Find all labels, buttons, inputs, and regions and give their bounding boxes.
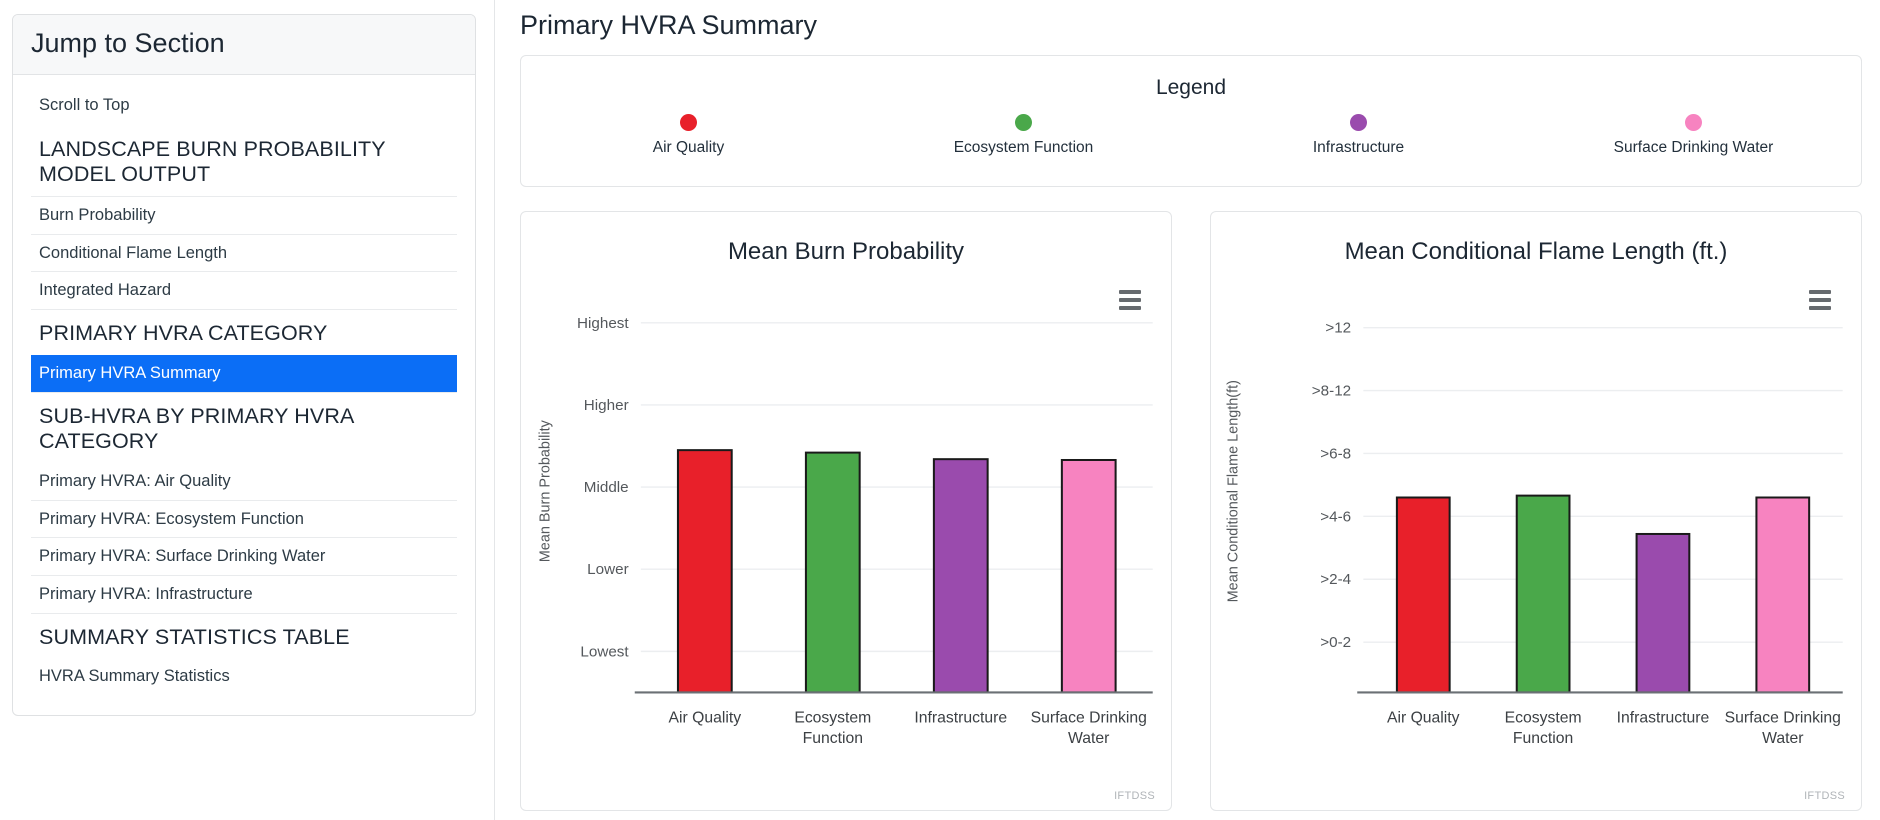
legend-color-dot-icon	[1350, 114, 1367, 131]
mean-burn-probability-chart-panel: Mean Burn Probability Lowest Lower Middle H…	[520, 211, 1172, 811]
x-axis-category-label: Infrastructure	[1617, 709, 1710, 726]
y-axis-tick-label: Highest	[577, 315, 629, 332]
chart-title: Mean Burn Probability	[727, 238, 965, 265]
sidebar-group-sub-hvra-by-primary-hvra-category: SUB-HVRA BY PRIMARY HVRA CATEGORY	[31, 391, 457, 464]
y-axis-tick-label: >0-2	[1320, 634, 1351, 651]
bar-chart-svg: >0-2 >2-4 >4-6 >6-8 >8-12 >12 Mean Conditional…	[1225, 320, 1843, 747]
sidebar-title: Jump to Section	[13, 15, 475, 75]
sidebar-card: Jump to Section Scroll to Top LANDSCAPE B…	[12, 14, 476, 717]
sidebar-item-primary-hvra-summary[interactable]: Primary HVRA Summary	[31, 354, 457, 392]
sidebar-item-primary-hvra-ecosystem-function[interactable]: Primary HVRA: Ecosystem Function	[31, 499, 457, 538]
bar-chart-svg: Lowest Lower Middle Higher Highest Mean Burn …	[537, 315, 1153, 747]
mean-conditional-flame-length-plot: >0-2 >2-4 >4-6 >6-8 >8-12 >12 Mean Conditional…	[1211, 282, 1861, 810]
sidebar-item-burn-probability[interactable]: Burn Probability	[31, 196, 457, 234]
mean-burn-probability-plot: Lowest Lower Middle Higher Highest Mean Burn …	[521, 282, 1171, 810]
sidebar-item-primary-hvra-surface-drinking-water[interactable]: Primary HVRA: Surface Drinking Water	[31, 537, 457, 575]
y-axis-title: Mean Burn Probability	[537, 419, 553, 562]
sidebar-item-primary-hvra-infrastructure[interactable]: Primary HVRA: Infrastructure	[31, 574, 457, 613]
mean-conditional-flame-length-chart-panel: Mean Conditional Flame Length (ft.) >0-2…	[1210, 211, 1862, 811]
bar[interactable]	[676, 449, 733, 694]
app-root: Jump to Section Scroll to Top LANDSCAPE B…	[0, 0, 1880, 820]
x-axis-category-label: Air Quality	[1387, 709, 1460, 726]
sidebar-main-divider	[494, 0, 495, 820]
legend-item[interactable]: Air Quality	[521, 114, 856, 157]
legend-item-label: Infrastructure	[1312, 139, 1405, 156]
y-axis-tick-label: >6-8	[1320, 446, 1351, 463]
x-axis-category-label: Ecosystem Function	[794, 709, 871, 747]
legend-item[interactable]: Infrastructure	[1191, 114, 1526, 157]
legend-item-label: Ecosystem Function	[953, 139, 1094, 156]
legend-items: Air Quality Ecosystem Function Infrastruct…	[521, 114, 1861, 157]
legend-item[interactable]: Ecosystem Function	[856, 114, 1191, 157]
sidebar-item-primary-hvra-air-quality[interactable]: Primary HVRA: Air Quality	[31, 463, 457, 500]
x-axis-category-label: Infrastructure	[914, 709, 1007, 726]
sidebar-item-hvra-summary-statistics[interactable]: HVRA Summary Statistics	[31, 658, 457, 695]
y-axis-tick-label: Higher	[584, 397, 629, 414]
legend-panel: Legend Air Quality Ecosystem Function Infr…	[520, 55, 1862, 187]
sidebar-item-scroll-to-top[interactable]: Scroll to Top	[31, 85, 457, 126]
sidebar-group-primary-hvra-category: PRIMARY HVRA CATEGORY	[31, 309, 457, 355]
legend-color-dot-icon	[1685, 114, 1702, 131]
charts-row: Mean Burn Probability Lowest Lower Middle H…	[520, 211, 1862, 811]
x-axis-category-label: Ecosystem Function	[1505, 709, 1582, 747]
sidebar-group-landscape-burn-probability-model-output: LANDSCAPE BURN PROBABILITY MODEL OUTPUT	[39, 136, 386, 187]
bar[interactable]	[1755, 496, 1811, 694]
x-axis-category-label: Surface Drinking Water	[1031, 709, 1147, 747]
jump-to-section-sidebar: Jump to Section Scroll to Top LANDSCAPE B…	[0, 0, 496, 820]
legend-item-label: Air Quality	[652, 139, 725, 156]
y-axis-tick-label: >12	[1325, 320, 1351, 337]
y-axis-tick-label: >8-12	[1312, 383, 1351, 400]
sidebar-group-summary-statistics-table: SUMMARY STATISTICS TABLE	[31, 612, 457, 659]
iftdss-watermark: IFTDSS	[1804, 790, 1845, 802]
iftdss-watermark: IFTDSS	[1114, 790, 1155, 802]
legend-item-label: Surface Drinking Water	[1613, 139, 1774, 156]
sidebar-item-integrated-hazard[interactable]: Integrated Hazard	[31, 271, 457, 309]
legend-title: Legend	[1155, 76, 1227, 99]
y-axis-tick-label: Lowest	[580, 643, 629, 660]
legend-color-dot-icon	[1015, 114, 1032, 131]
y-axis-tick-label: Middle	[584, 479, 629, 496]
bar[interactable]	[1395, 496, 1451, 694]
y-axis-tick-label: Lower	[587, 561, 628, 578]
y-axis-title: Mean Conditional Flame Length(ft)	[1225, 380, 1241, 602]
bar[interactable]	[932, 458, 989, 694]
x-axis-category-label: Air Quality	[669, 709, 742, 726]
chart-title: Mean Conditional Flame Length (ft.)	[1344, 238, 1728, 265]
page-title: Primary HVRA Summary	[520, 10, 818, 40]
sidebar-nav-list: Scroll to Top LANDSCAPE BURN PROBABILITY …	[13, 75, 475, 715]
bar[interactable]	[804, 451, 861, 694]
y-axis-tick-label: >2-4	[1320, 571, 1351, 588]
legend-color-dot-icon	[680, 114, 697, 131]
sidebar-item-conditional-flame-length[interactable]: Conditional Flame Length	[31, 233, 457, 272]
bar[interactable]	[1515, 494, 1571, 694]
legend-item[interactable]: Surface Drinking Water	[1526, 114, 1861, 157]
bar[interactable]	[1635, 532, 1691, 694]
y-axis-tick-label: >4-6	[1320, 508, 1351, 525]
bar[interactable]	[1060, 458, 1117, 694]
x-axis-category-label: Surface Drinking Water	[1725, 709, 1841, 747]
main-content: Primary HVRA Summary Legend Air Quality E…	[496, 0, 1880, 820]
